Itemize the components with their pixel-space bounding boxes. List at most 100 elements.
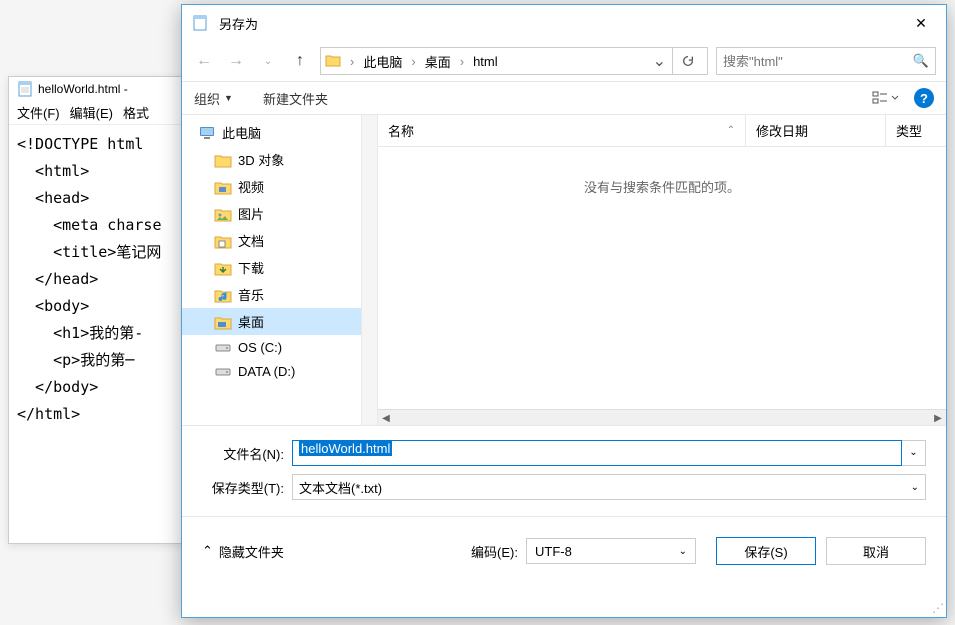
tree-item-drive-d[interactable]: DATA (D:) [182,359,361,383]
tree-label: 音乐 [238,285,264,304]
file-header: 名称 ⌃ 修改日期 类型 [378,115,946,147]
chevron-down-icon: ⌄ [911,482,919,493]
video-icon [214,179,232,195]
sidebar: 此电脑 3D 对象 视频 图片 文档 下载 [182,115,362,425]
tree-item-downloads[interactable]: 下载 [182,254,361,281]
tree-item-drive-c[interactable]: OS (C:) [182,335,361,359]
new-folder-button[interactable]: 新建文件夹 [263,89,328,108]
dialog-titlebar: 另存为 ✕ [182,5,946,41]
drive-icon [214,339,232,355]
scroll-right-icon[interactable]: ▶ [930,410,946,426]
breadcrumb-html[interactable]: html [469,52,502,71]
resize-grip[interactable]: ⋰ [932,601,944,615]
tree-label: OS (C:) [238,340,282,355]
nav-back-icon[interactable]: ← [192,49,216,73]
tree-label: 图片 [238,204,264,223]
view-icon [872,90,900,106]
nav-dropdown-icon[interactable]: ⌄ [256,49,280,73]
breadcrumb-dropdown-icon[interactable]: ⌄ [647,51,672,71]
hide-folders-toggle[interactable]: ⌃ 隐藏文件夹 [202,542,284,561]
tree-label: 此电脑 [222,123,261,142]
breadcrumb-pc[interactable]: 此电脑 [359,50,406,73]
tree-label: 下载 [238,258,264,277]
notepad-content[interactable]: <!DOCTYPE html <html> <head> <meta chars… [9,125,187,434]
drive-icon [214,363,232,379]
tree-item-music[interactable]: 音乐 [182,281,361,308]
save-as-dialog: 另存为 ✕ ← → ⌄ ↑ › 此电脑 › 桌面 › html ⌄ 🔍 [181,4,947,618]
sort-asc-icon: ⌃ [727,125,735,136]
file-area: 名称 ⌃ 修改日期 类型 没有与搜索条件匹配的项。 ◀ ▶ [378,115,946,425]
refresh-button[interactable] [672,48,703,74]
chevron-up-icon: ⌃ [202,543,213,559]
notepad-menubar: 文件(F) 编辑(E) 格式 [9,101,187,125]
chevron-down-icon: ▼ [224,93,233,103]
gutter[interactable] [362,115,378,425]
close-button[interactable]: ✕ [906,11,936,35]
organize-button[interactable]: 组织 ▼ [194,89,233,108]
col-date[interactable]: 修改日期 [746,115,886,146]
chevron-right-icon[interactable]: › [347,54,357,69]
nav-up-icon[interactable]: ↑ [288,49,312,73]
dialog-icon [192,15,208,31]
tree-item-3d[interactable]: 3D 对象 [182,146,361,173]
tree-item-desktop[interactable]: 桌面 [182,308,361,335]
main-area: 此电脑 3D 对象 视频 图片 文档 下载 [182,115,946,425]
col-name[interactable]: 名称 ⌃ [378,115,746,146]
tree-root-pc[interactable]: 此电脑 [182,119,361,146]
notepad-titlebar: helloWorld.html - [9,77,187,101]
menu-edit[interactable]: 编辑(E) [70,103,113,122]
pc-icon [198,125,216,141]
notepad-icon [17,81,33,97]
filename-dropdown-icon[interactable]: ⌄ [902,440,926,466]
tree-label: DATA (D:) [238,364,295,379]
menu-file[interactable]: 文件(F) [17,103,60,122]
3d-icon [214,152,232,168]
encoding-select[interactable]: UTF-8 ⌄ [526,538,696,564]
file-list[interactable]: 没有与搜索条件匹配的项。 [378,147,946,425]
bottom-area: ⌃ 隐藏文件夹 编码(E): UTF-8 ⌄ 保存(S) 取消 [182,517,946,577]
tree-label: 视频 [238,177,264,196]
tree-item-docs[interactable]: 文档 [182,227,361,254]
notepad-window: helloWorld.html - 文件(F) 编辑(E) 格式 <!DOCTY… [8,76,188,544]
help-button[interactable]: ? [914,88,934,108]
dialog-title: 另存为 [219,14,258,33]
save-button[interactable]: 保存(S) [716,537,816,565]
form-area: 文件名(N): helloWorld.html ⌄ 保存类型(T): 文本文档(… [182,426,946,516]
search-input[interactable] [723,54,913,69]
filetype-label: 保存类型(T): [202,478,292,497]
download-icon [214,260,232,276]
menu-format[interactable]: 格式 [123,103,149,122]
breadcrumb: › 此电脑 › 桌面 › html [325,50,647,73]
doc-icon [214,233,232,249]
chevron-right-icon[interactable]: › [457,54,467,69]
nav-row: ← → ⌄ ↑ › 此电脑 › 桌面 › html ⌄ 🔍 [182,41,946,81]
view-options-button[interactable] [872,90,900,106]
refresh-icon [681,54,695,68]
folder-icon [325,53,341,69]
h-scrollbar[interactable]: ◀ ▶ [378,409,946,425]
tree-item-pictures[interactable]: 图片 [182,200,361,227]
encoding-label: 编码(E): [471,542,518,561]
filename-label: 文件名(N): [202,444,292,463]
empty-message: 没有与搜索条件匹配的项。 [584,180,740,195]
cancel-button[interactable]: 取消 [826,537,926,565]
nav-forward-icon[interactable]: → [224,49,248,73]
chevron-right-icon[interactable]: › [408,54,418,69]
chevron-down-icon: ⌄ [679,546,687,557]
breadcrumb-desktop[interactable]: 桌面 [421,50,455,73]
tree-item-video[interactable]: 视频 [182,173,361,200]
search-icon[interactable]: 🔍 [913,53,929,69]
filetype-select[interactable]: 文本文档(*.txt) ⌄ [292,474,926,500]
notepad-title-text: helloWorld.html - [38,82,128,96]
tree-label: 桌面 [238,312,264,331]
picture-icon [214,206,232,222]
scroll-left-icon[interactable]: ◀ [378,410,394,426]
tree-label: 3D 对象 [238,150,284,169]
tree-label: 文档 [238,231,264,250]
search-box[interactable]: 🔍 [716,47,936,75]
col-type[interactable]: 类型 [886,115,946,146]
breadcrumb-box[interactable]: › 此电脑 › 桌面 › html ⌄ [320,47,708,75]
toolbar: 组织 ▼ 新建文件夹 ? [182,82,946,114]
music-icon [214,287,232,303]
filename-input[interactable]: helloWorld.html [292,440,902,466]
